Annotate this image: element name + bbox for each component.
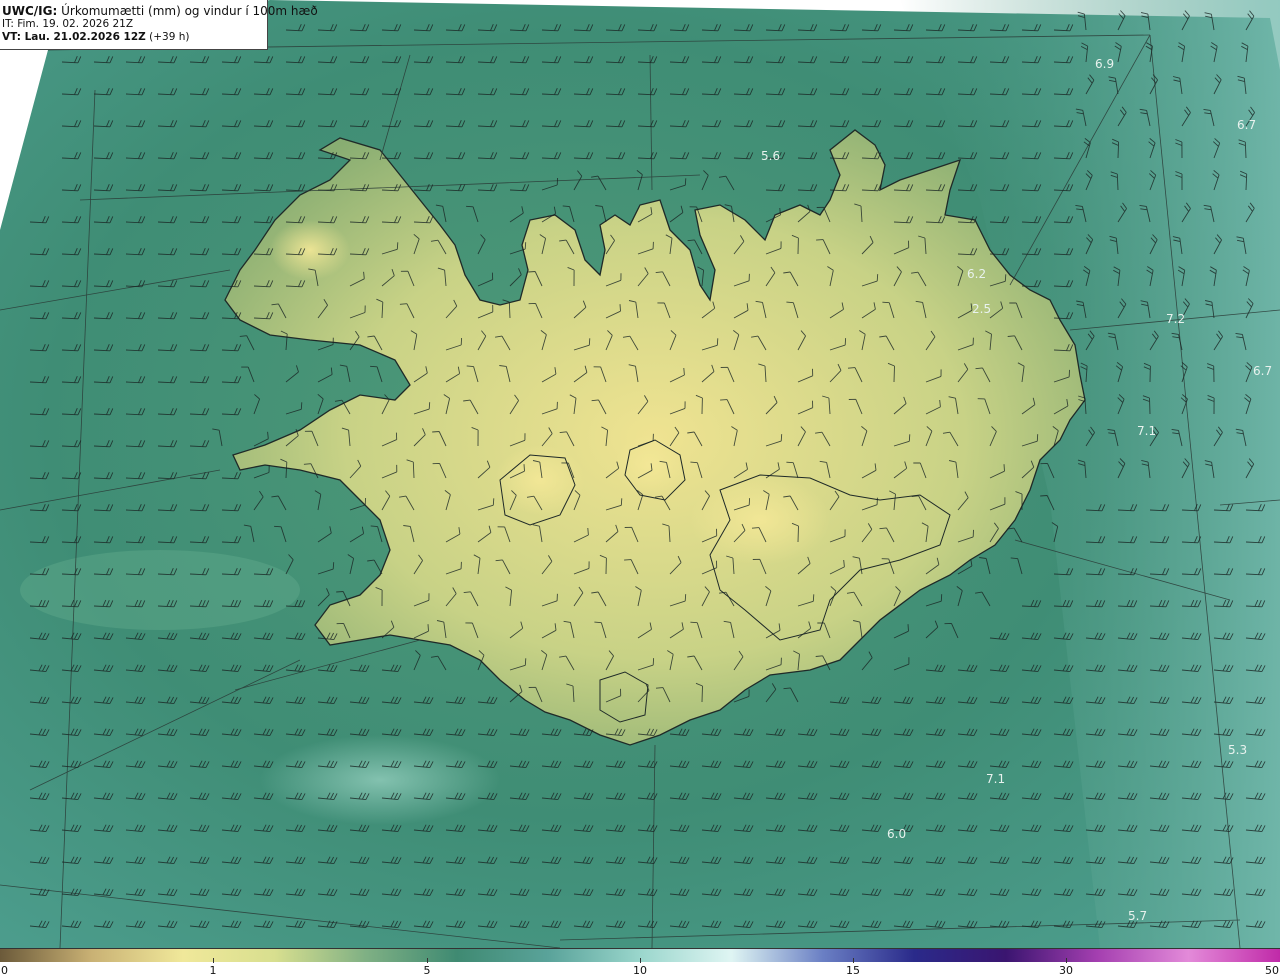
map-label: 6.7 bbox=[1237, 118, 1256, 132]
model-name: UWC/IG: bbox=[2, 4, 58, 18]
map-title-box: UWC/IG: Úrkomumætti (mm) og vindur í 100… bbox=[0, 0, 318, 50]
map-label: 7.2 bbox=[1166, 312, 1185, 326]
map-label: 6.0 bbox=[887, 827, 906, 841]
colorbar-tick: 15 bbox=[846, 964, 860, 977]
init-time: IT: Fim. 19. 02. 2026 21Z bbox=[2, 18, 134, 30]
forecast-hour: (+39 h) bbox=[145, 31, 190, 43]
colorbar-tick: 5 bbox=[423, 964, 431, 977]
colorbar: 0 1 5 10 15 30 50 bbox=[0, 948, 1280, 978]
map-label: 6.9 bbox=[1095, 57, 1114, 71]
colorbar-tick: 10 bbox=[633, 964, 647, 977]
colorbar-tick: 0 bbox=[1, 964, 8, 977]
map-label: 5.3 bbox=[1228, 743, 1247, 757]
valid-time: VT: Lau. 21.02.2026 12Z bbox=[2, 31, 146, 43]
valid-time-line: VT: Lau. 21.02.2026 12Z (+39 h) bbox=[2, 31, 267, 44]
map-label: 7.1 bbox=[986, 772, 1005, 786]
weather-map: 6.9 6.7 5.6 6.2 2.5 7.2 6.7 7.1 5.3 7.1 … bbox=[0, 0, 1280, 948]
colorbar-tick: 1 bbox=[209, 964, 217, 977]
map-label: 6.7 bbox=[1253, 364, 1272, 378]
map-label: 5.7 bbox=[1128, 909, 1147, 923]
colorbar-tick: 50 bbox=[1265, 964, 1279, 977]
map-label: 2.5 bbox=[972, 302, 991, 316]
map-label: 6.2 bbox=[967, 267, 986, 281]
map-canvas: 6.9 6.7 5.6 6.2 2.5 7.2 6.7 7.1 5.3 7.1 … bbox=[0, 0, 1280, 948]
colorbar-tick: 30 bbox=[1059, 964, 1073, 977]
field-description: Úrkomumætti (mm) og vindur í 100m hæð bbox=[61, 4, 318, 18]
map-label: 7.1 bbox=[1137, 424, 1156, 438]
title-line: UWC/IG: Úrkomumætti (mm) og vindur í 100… bbox=[2, 4, 318, 18]
map-label: 5.6 bbox=[761, 149, 780, 163]
